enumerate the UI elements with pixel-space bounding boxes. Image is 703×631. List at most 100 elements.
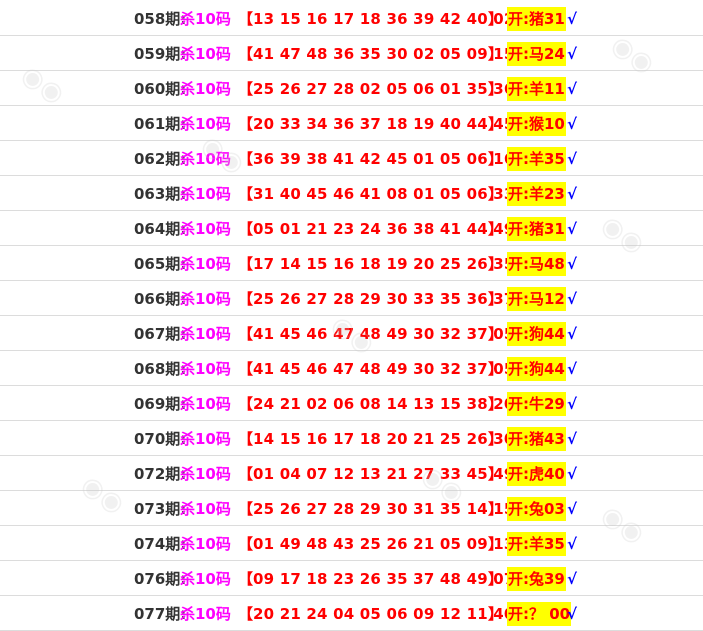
- left-bracket: 【: [238, 185, 254, 203]
- right-bracket: 】: [488, 360, 504, 378]
- left-bracket: 【: [238, 115, 254, 133]
- list-item: 070期: 杀10码【14 15 16 17 18 20 21 25 26 30】…: [0, 421, 703, 456]
- kill-numbers: 20 21 24 04 05 06 09 12 11 40: [253, 605, 515, 623]
- check-icon: √: [567, 255, 578, 273]
- period-label: 073期:: [134, 500, 187, 518]
- check-icon: √: [567, 605, 578, 623]
- result-badge: 开:马12: [507, 287, 566, 311]
- check-icon: √: [567, 430, 578, 448]
- list-item: 060期: 杀10码【25 26 27 28 02 05 06 01 35 36】…: [0, 71, 703, 106]
- right-bracket: 】: [488, 185, 504, 203]
- kill-numbers: 13 15 16 17 18 36 39 42 40 02: [253, 10, 515, 28]
- check-icon: √: [567, 150, 578, 168]
- kill-label: 杀10码: [180, 535, 231, 553]
- list-item: 058期: 杀10码【13 15 16 17 18 36 39 42 40 02】…: [0, 1, 703, 36]
- check-icon: √: [567, 10, 578, 28]
- result-badge: 开:马24: [507, 42, 566, 66]
- kill-numbers: 01 04 07 12 13 21 27 33 45 49: [253, 465, 515, 483]
- check-icon: √: [567, 395, 578, 413]
- kill-numbers: 20 33 34 36 37 18 19 40 44 45: [253, 115, 515, 133]
- result-badge: 开:？ 00: [507, 602, 572, 626]
- right-bracket: 】: [488, 465, 504, 483]
- left-bracket: 【: [238, 570, 254, 588]
- check-icon: √: [567, 115, 578, 133]
- period-label: 068期:: [134, 360, 187, 378]
- result-badge: 开:猪43: [507, 427, 566, 451]
- list-item: 077期: 杀10码【20 21 24 04 05 06 09 12 11 40】…: [0, 596, 703, 631]
- result-badge: 开:猪31: [507, 217, 566, 241]
- left-bracket: 【: [238, 10, 254, 28]
- kill-label: 杀10码: [180, 605, 231, 623]
- kill-numbers: 31 40 45 46 41 08 01 05 06 33: [253, 185, 515, 203]
- period-label: 076期:: [134, 570, 187, 588]
- kill-numbers: 36 39 38 41 42 45 01 05 06 16: [253, 150, 515, 168]
- list-item: 062期: 杀10码【36 39 38 41 42 45 01 05 06 16】…: [0, 141, 703, 176]
- period-label: 067期:: [134, 325, 187, 343]
- kill-numbers: 05 01 21 23 24 36 38 41 44 49: [253, 220, 515, 238]
- kill-label: 杀10码: [180, 430, 231, 448]
- left-bracket: 【: [238, 150, 254, 168]
- right-bracket: 】: [488, 290, 504, 308]
- kill-label: 杀10码: [180, 80, 231, 98]
- left-bracket: 【: [238, 605, 254, 623]
- right-bracket: 】: [488, 255, 504, 273]
- check-icon: √: [567, 325, 578, 343]
- period-label: 069期:: [134, 395, 187, 413]
- list-item: 068期: 杀10码【41 45 46 47 48 49 30 32 37 05】…: [0, 351, 703, 386]
- kill-label: 杀10码: [180, 150, 231, 168]
- kill-numbers: 24 21 02 06 08 14 13 15 38 20: [253, 395, 515, 413]
- list-item: 072期: 杀10码【01 04 07 12 13 21 27 33 45 49】…: [0, 456, 703, 491]
- list-item: 066期: 杀10码【25 26 27 28 29 30 33 35 36 37】…: [0, 281, 703, 316]
- left-bracket: 【: [238, 465, 254, 483]
- left-bracket: 【: [238, 255, 254, 273]
- right-bracket: 】: [488, 10, 504, 28]
- list-item: 076期: 杀10码【09 17 18 23 26 35 37 48 49 07】…: [0, 561, 703, 596]
- left-bracket: 【: [238, 395, 254, 413]
- result-badge: 开:兔03: [507, 497, 566, 521]
- kill-numbers: 25 26 27 28 02 05 06 01 35 36: [253, 80, 515, 98]
- kill-label: 杀10码: [180, 115, 231, 133]
- left-bracket: 【: [238, 80, 254, 98]
- right-bracket: 】: [488, 45, 504, 63]
- period-label: 059期:: [134, 45, 187, 63]
- result-badge: 开:狗44: [507, 322, 566, 346]
- list-item: 064期: 杀10码【05 01 21 23 24 36 38 41 44 49】…: [0, 211, 703, 246]
- result-badge: 开:虎40: [507, 462, 566, 486]
- check-icon: √: [567, 360, 578, 378]
- kill-label: 杀10码: [180, 220, 231, 238]
- period-label: 077期:: [134, 605, 187, 623]
- period-label: 064期:: [134, 220, 187, 238]
- period-label: 072期:: [134, 465, 187, 483]
- kill-label: 杀10码: [180, 570, 231, 588]
- kill-label: 杀10码: [180, 465, 231, 483]
- result-badge: 开:羊23: [507, 182, 566, 206]
- period-label: 060期:: [134, 80, 187, 98]
- period-label: 070期:: [134, 430, 187, 448]
- check-icon: √: [567, 80, 578, 98]
- right-bracket: 】: [488, 80, 504, 98]
- right-bracket: 】: [488, 325, 504, 343]
- right-bracket: 】: [488, 605, 504, 623]
- right-bracket: 】: [488, 535, 504, 553]
- check-icon: √: [567, 220, 578, 238]
- kill-numbers: 25 26 27 28 29 30 31 35 14 15: [253, 500, 515, 518]
- kill-numbers: 14 15 16 17 18 20 21 25 26 30: [253, 430, 515, 448]
- period-label: 066期:: [134, 290, 187, 308]
- kill-numbers: 41 45 46 47 48 49 30 32 37 05: [253, 360, 515, 378]
- result-badge: 开:猪31: [507, 7, 566, 31]
- kill-label: 杀10码: [180, 255, 231, 273]
- result-badge: 开:羊35: [507, 532, 566, 556]
- check-icon: √: [567, 500, 578, 518]
- list-item: 073期: 杀10码【25 26 27 28 29 30 31 35 14 15】…: [0, 491, 703, 526]
- kill-label: 杀10码: [180, 290, 231, 308]
- left-bracket: 【: [238, 500, 254, 518]
- right-bracket: 】: [488, 150, 504, 168]
- kill-numbers: 01 49 48 43 25 26 21 05 09 13: [253, 535, 515, 553]
- left-bracket: 【: [238, 360, 254, 378]
- check-icon: √: [567, 45, 578, 63]
- list-item: 074期: 杀10码【01 49 48 43 25 26 21 05 09 13】…: [0, 526, 703, 561]
- result-badge: 开:羊11: [507, 77, 566, 101]
- check-icon: √: [567, 570, 578, 588]
- list-item: 069期: 杀10码【24 21 02 06 08 14 13 15 38 20】…: [0, 386, 703, 421]
- check-icon: √: [567, 465, 578, 483]
